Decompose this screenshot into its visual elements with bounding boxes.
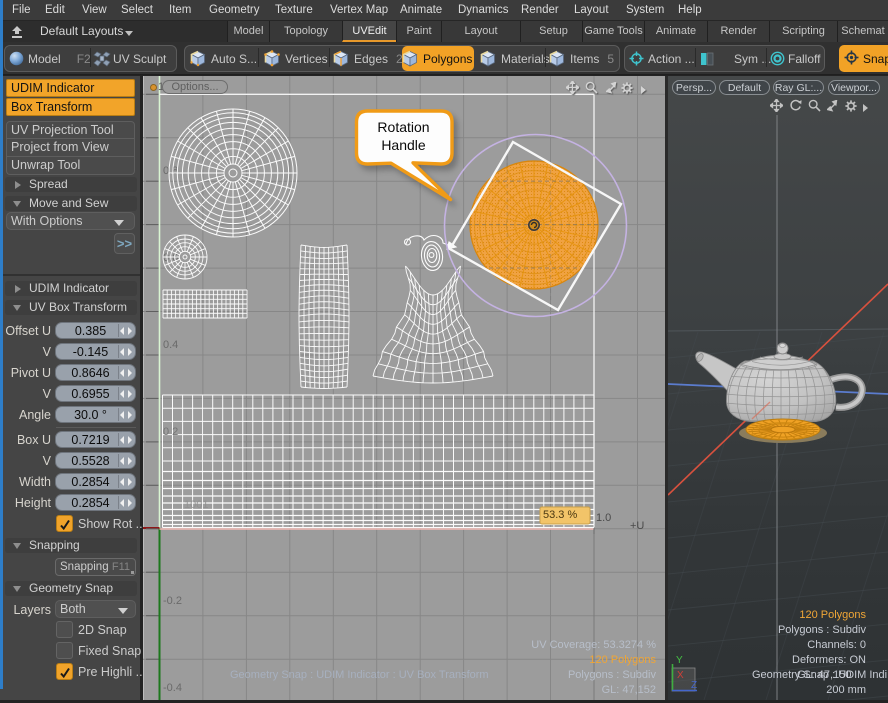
svg-text:0.8: 0.8 [163, 165, 178, 177]
svg-text:1001: 1001 [184, 499, 208, 511]
svg-text:0.4: 0.4 [163, 339, 178, 351]
